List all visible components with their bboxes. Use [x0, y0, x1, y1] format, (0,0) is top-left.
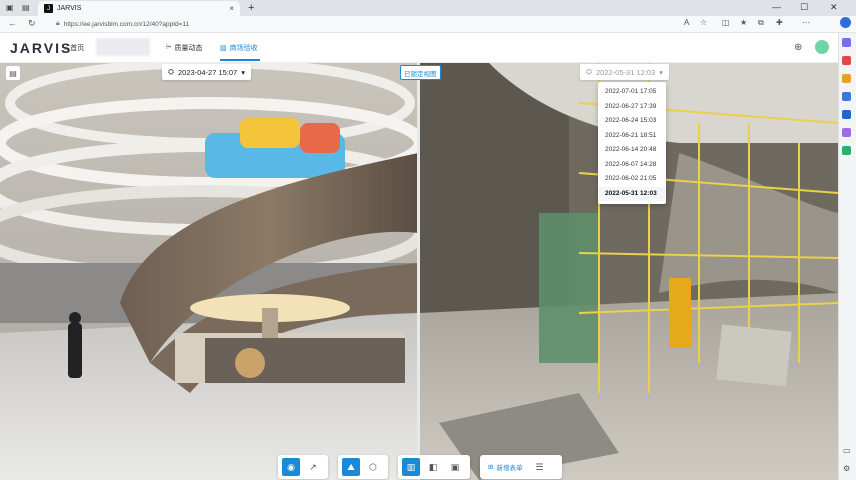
- mode-toolbar: ⛰ ⬡: [338, 455, 388, 479]
- panorama-left[interactable]: [0, 63, 418, 480]
- sidebar-tag-icon[interactable]: [842, 38, 851, 47]
- date-dropdown: 2022-07-01 17:05 2022-06-27 17:39 2022-0…: [598, 82, 666, 204]
- date-option[interactable]: 2022-06-24 15:03: [598, 114, 666, 129]
- date-option[interactable]: 2022-06-21 18:51: [598, 129, 666, 144]
- frame-view-icon[interactable]: ▣: [446, 458, 464, 476]
- back-icon[interactable]: ←: [8, 18, 17, 28]
- copilot-icon[interactable]: [840, 17, 851, 28]
- date-option[interactable]: 2022-07-01 17:05: [598, 85, 666, 100]
- home-label: 首页: [70, 45, 85, 52]
- window-close-button[interactable]: ✕: [830, 2, 838, 13]
- address-bar[interactable]: 🔒︎ https://ee.jarvisbim.com.cn/12/40?app…: [56, 18, 696, 30]
- date-option[interactable]: 2022-06-27 17:39: [598, 100, 666, 115]
- home-icon: ⌂: [64, 44, 69, 52]
- nav-acceptance[interactable]: ▨ 商场验收: [220, 43, 258, 53]
- favorites-bar-icon[interactable]: ★: [740, 18, 747, 27]
- sidebar-designer-icon[interactable]: [842, 128, 851, 137]
- sidebar-shopping-icon[interactable]: [842, 146, 851, 155]
- add-form-button[interactable]: ⊞ 新增表单: [484, 458, 526, 476]
- scene-icon: ⛭: [586, 67, 592, 76]
- lock-icon: 🔒︎: [56, 20, 60, 27]
- date-option[interactable]: 2022-06-02 21:05: [598, 172, 666, 187]
- split-divider[interactable]: [417, 63, 420, 480]
- chevron-down-icon: ▾: [241, 67, 245, 77]
- date-option[interactable]: 2022-06-07 14:28: [598, 158, 666, 173]
- panorama-icon[interactable]: ⛰: [342, 458, 360, 476]
- jarvis-favicon-icon: J: [44, 4, 53, 13]
- split-view-icon[interactable]: ▥: [402, 458, 420, 476]
- chevron-down-icon: ▾: [659, 67, 663, 77]
- list-icon[interactable]: ☰: [530, 458, 548, 476]
- sidebar-settings-icon[interactable]: ⚙: [843, 464, 850, 473]
- new-tab-button[interactable]: +: [248, 2, 254, 14]
- lock-view-button[interactable]: 已锁定视图: [400, 65, 441, 80]
- send-icon: ⌲: [166, 44, 172, 51]
- split-screen-icon[interactable]: ◫: [722, 18, 730, 27]
- more-icon[interactable]: ⋯: [802, 18, 810, 27]
- read-aloud-icon[interactable]: A: [684, 18, 689, 27]
- extensions-icon[interactable]: ✚: [776, 18, 783, 27]
- share-icon[interactable]: ↗: [304, 458, 322, 476]
- avatar[interactable]: [815, 40, 829, 54]
- minimize-button[interactable]: —: [772, 2, 781, 12]
- right-date-value: 2022-05-31 12:03: [596, 67, 656, 77]
- nav-acceptance-label: 商场验收: [229, 45, 258, 52]
- app-logo[interactable]: JARVIS: [10, 40, 72, 56]
- form-toolbar: ⊞ 新增表单 ☰: [480, 455, 562, 479]
- project-selector[interactable]: [96, 38, 150, 56]
- left-date-value: 2023-04-27 15:07: [178, 67, 238, 77]
- date-option-selected[interactable]: 2022-05-31 12:03: [598, 186, 666, 201]
- language-icon[interactable]: ⊕: [794, 42, 802, 53]
- nav-quality-label: 质量动态: [174, 45, 203, 52]
- sidebar-puzzle-icon[interactable]: [842, 92, 851, 101]
- view-toolbar: ◉ ↗: [278, 455, 328, 479]
- eye-icon[interactable]: ◉: [282, 458, 300, 476]
- url-text: https://ee.jarvisbim.com.cn/12/40?appId=…: [63, 20, 190, 28]
- browser-profile-icon[interactable]: ▣: [6, 3, 14, 12]
- tab-actions-icon[interactable]: ▤: [22, 3, 30, 12]
- browser-tab[interactable]: J JARVIS ×: [38, 1, 240, 16]
- sidebar-toolbox-icon[interactable]: [842, 56, 851, 65]
- tab-close-button[interactable]: ×: [229, 4, 234, 13]
- single-view-icon[interactable]: ◧: [424, 458, 442, 476]
- cube-icon[interactable]: ⬡: [364, 458, 382, 476]
- refresh-icon[interactable]: ↻: [28, 18, 36, 29]
- collections-icon[interactable]: ⧉: [758, 18, 764, 28]
- tab-title: JARVIS: [57, 5, 82, 12]
- layout-toolbar: ▥ ◧ ▣: [398, 455, 470, 479]
- favorite-icon[interactable]: ☆: [700, 18, 707, 27]
- atrium-photo: [0, 63, 418, 480]
- add-form-label: 新增表单: [496, 465, 523, 472]
- active-nav-underline: [220, 59, 260, 61]
- scene-icon: ⛭: [168, 67, 174, 76]
- nav-quality[interactable]: ⌲ 质量动态: [166, 43, 202, 53]
- document-icon[interactable]: ▤: [6, 66, 20, 80]
- add-form-icon: ⊞: [488, 464, 494, 471]
- date-option[interactable]: 2022-06-14 20:48: [598, 143, 666, 158]
- sidebar-screen-icon[interactable]: ▭: [843, 446, 851, 455]
- maximize-button[interactable]: ☐: [800, 2, 808, 13]
- right-date-selector[interactable]: ⛭ 2022-05-31 12:03 ▾: [580, 64, 669, 80]
- image-icon: ▨: [220, 45, 227, 52]
- sidebar-person-icon[interactable]: [842, 74, 851, 83]
- left-date-selector[interactable]: ⛭ 2023-04-27 15:07 ▾: [162, 64, 251, 80]
- sidebar-outlook-icon[interactable]: [842, 110, 851, 119]
- home-link[interactable]: ⌂ 首页: [64, 43, 84, 53]
